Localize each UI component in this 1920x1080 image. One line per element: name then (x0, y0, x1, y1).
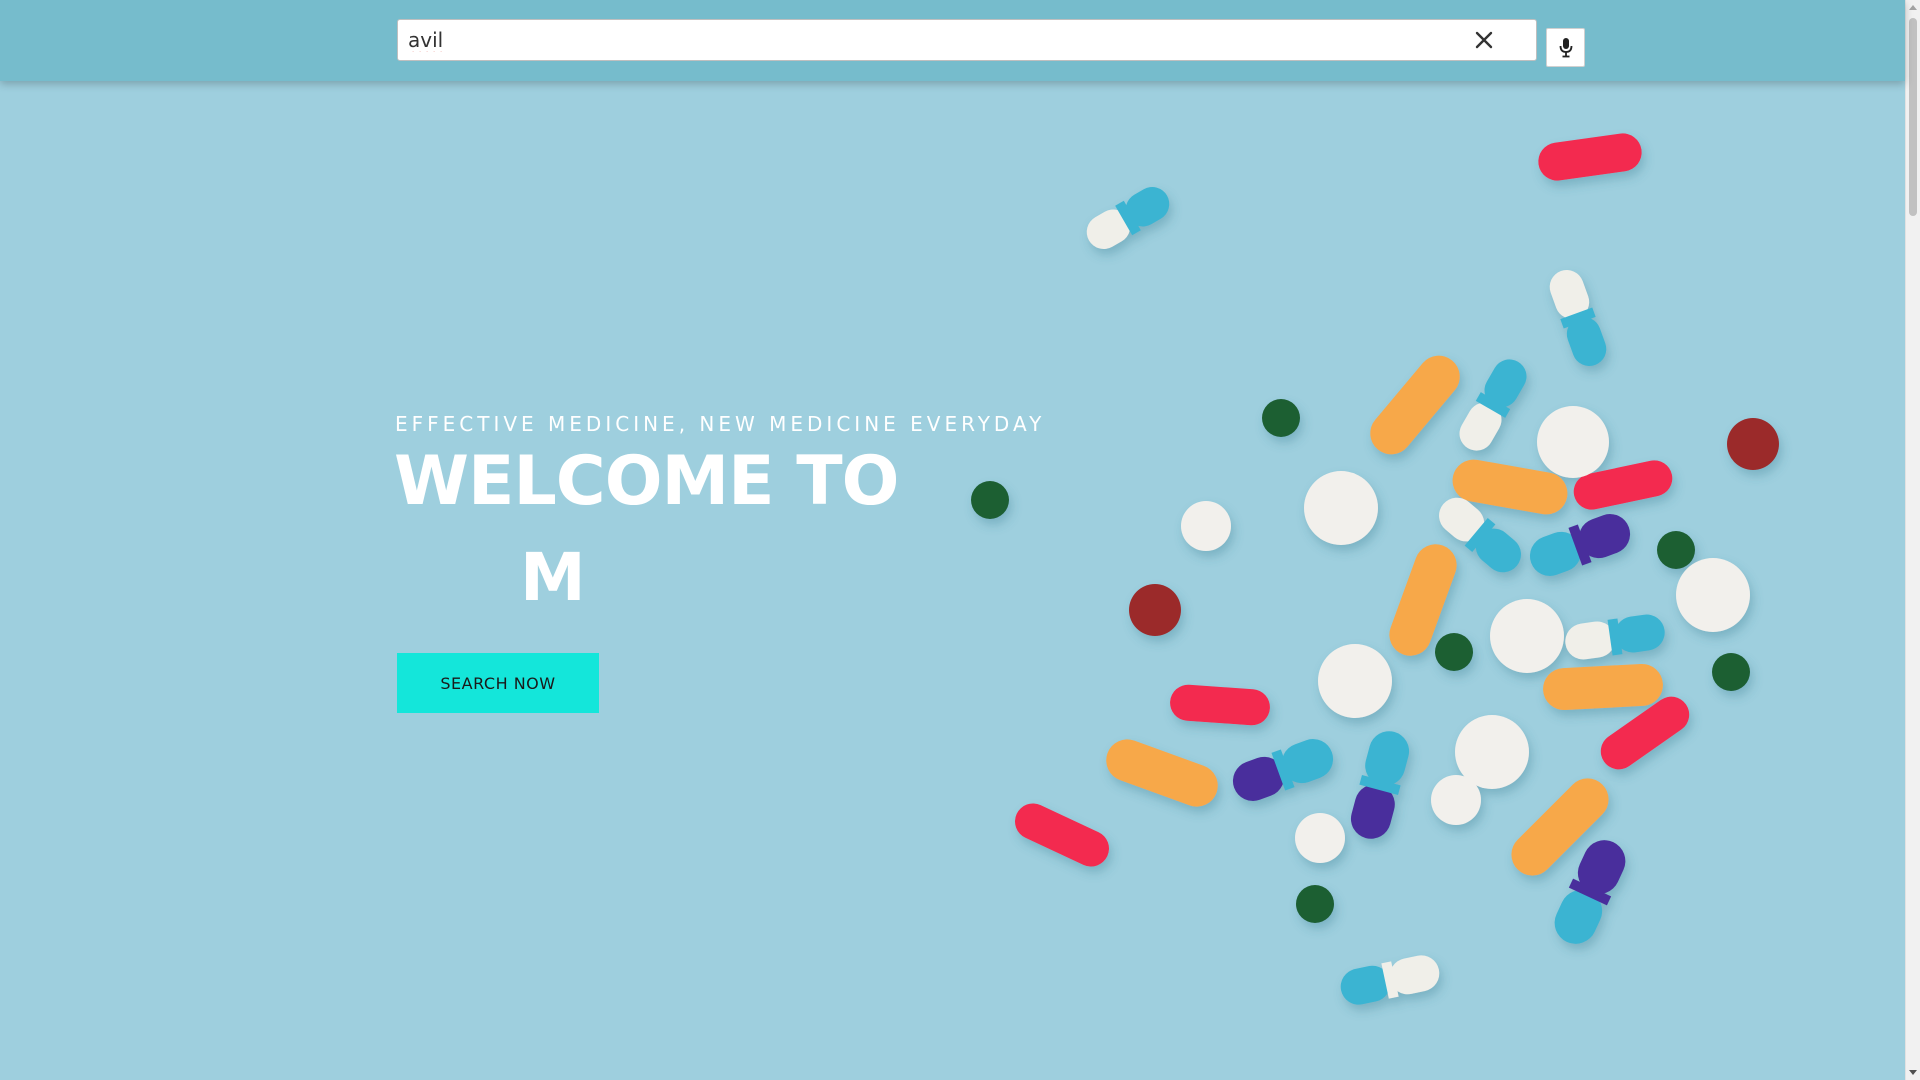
scrollbar-thumb[interactable] (1909, 18, 1917, 216)
scroll-up-arrow-icon[interactable] (1909, 5, 1917, 10)
search-now-button[interactable]: SEARCH NOW (397, 653, 599, 713)
pills-illustration (971, 133, 1779, 1005)
hero-tagline: EFFECTIVE MEDICINE, NEW MEDICINE EVERYDA… (395, 412, 1046, 436)
close-icon[interactable] (1472, 28, 1496, 52)
voice-search-button[interactable] (1546, 28, 1585, 67)
search-box (397, 19, 1537, 61)
search-input[interactable] (408, 26, 1408, 54)
microphone-icon (1559, 38, 1573, 58)
scroll-down-arrow-icon[interactable] (1909, 1070, 1917, 1075)
hero-headline: WELCOME TO (394, 442, 899, 521)
vertical-scrollbar[interactable] (1905, 0, 1920, 1080)
hero-brand: M (520, 539, 586, 616)
page: EFFECTIVE MEDICINE, NEW MEDICINE EVERYDA… (0, 0, 1905, 1080)
search-header (0, 0, 1905, 81)
